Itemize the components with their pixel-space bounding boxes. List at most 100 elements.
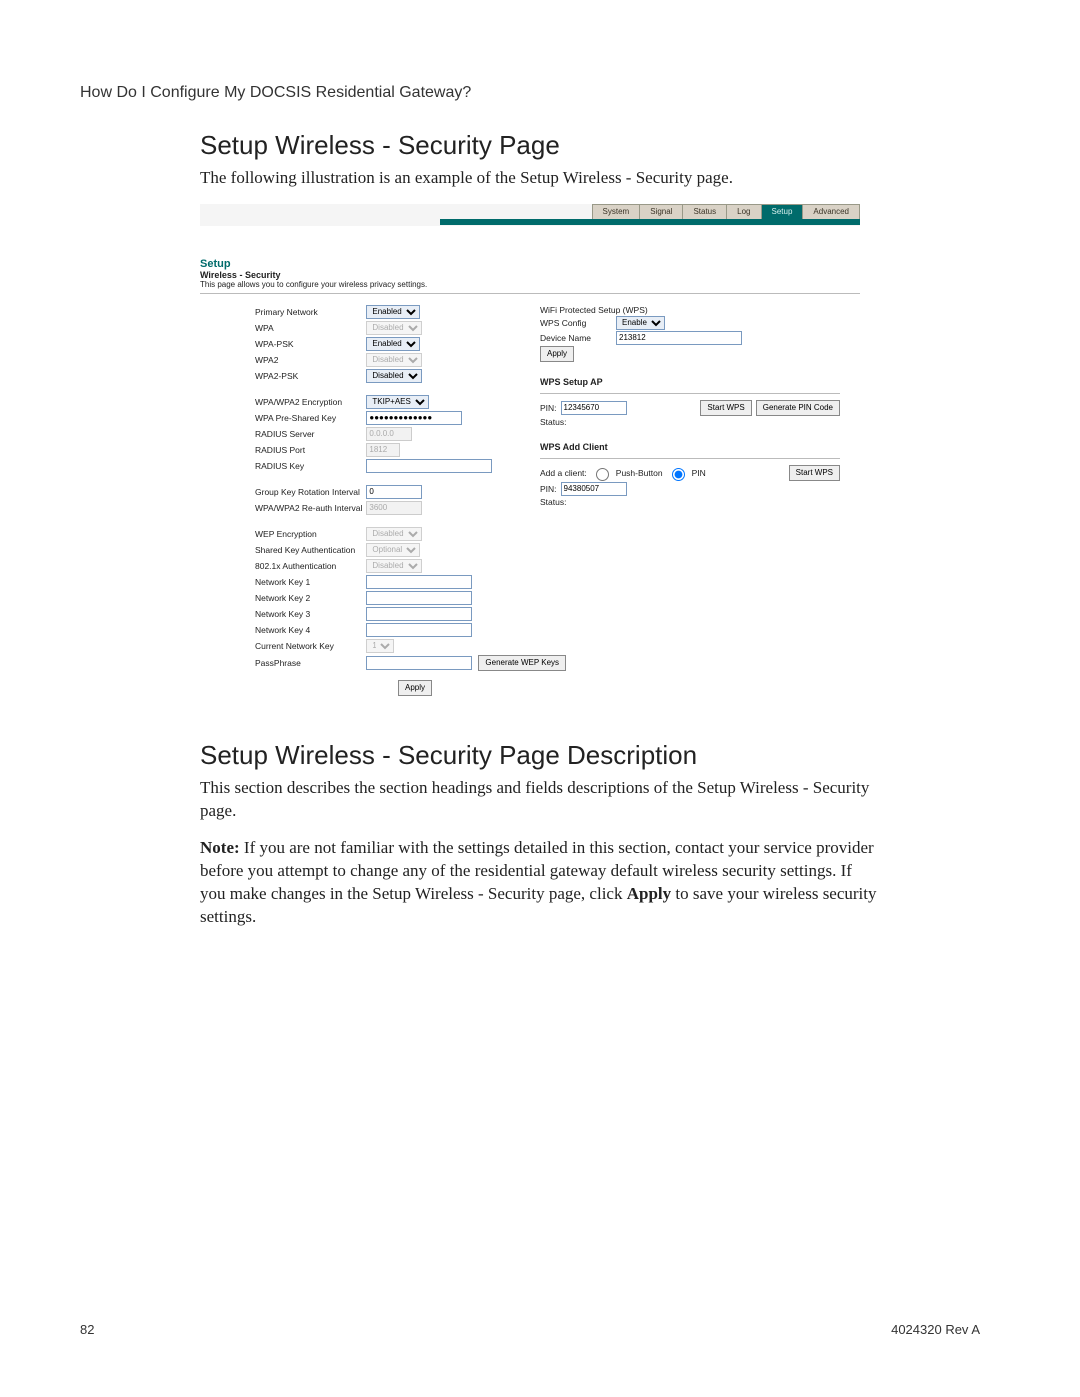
sel-wpa2-psk[interactable]: Disabled: [366, 369, 422, 383]
apply-button-right[interactable]: Apply: [540, 346, 574, 362]
tab-setup[interactable]: Setup: [762, 205, 804, 219]
setup-desc: This page allows you to configure your w…: [200, 280, 860, 289]
lbl-dot1x: 802.1x Authentication: [200, 558, 364, 574]
lbl-wep-enc: WEP Encryption: [200, 526, 364, 542]
screenshot: System Signal Status Log Setup Advanced …: [200, 204, 860, 706]
section-2-title: Setup Wireless - Security Page Descripti…: [200, 740, 880, 771]
shot-body: Setup Wireless - Security This page allo…: [200, 226, 860, 706]
wps-setup-ap-title: WPS Setup AP: [540, 377, 840, 387]
lbl-primary-network: Primary Network: [200, 304, 364, 320]
start-wps-client-button[interactable]: Start WPS: [789, 465, 840, 481]
sel-shared-auth: Optional: [366, 543, 420, 557]
lbl-psk: WPA Pre-Shared Key: [200, 410, 364, 426]
input-nk3[interactable]: [366, 607, 472, 621]
sel-wpa-psk[interactable]: Enabled: [366, 337, 420, 351]
section-2-body-2: Note: If you are not familiar with the s…: [200, 837, 880, 929]
input-client-pin[interactable]: [561, 482, 627, 496]
sel-wpa2: Disabled: [366, 353, 422, 367]
apply-button-left[interactable]: Apply: [398, 680, 432, 696]
lbl-push-button: Push-Button: [616, 468, 663, 478]
lbl-ap-pin: PIN:: [540, 403, 557, 413]
input-gkri[interactable]: [366, 485, 422, 499]
radio-push-button[interactable]: [596, 468, 609, 481]
input-device-name[interactable]: [616, 331, 742, 345]
lbl-nk2: Network Key 2: [200, 590, 364, 606]
input-nk2[interactable]: [366, 591, 472, 605]
radio-pin[interactable]: [672, 468, 685, 481]
sel-primary-network[interactable]: Enabled: [366, 305, 420, 319]
lbl-wpa2-psk: WPA2-PSK: [200, 368, 364, 384]
lbl-radius-server: RADIUS Server: [200, 426, 364, 442]
lbl-wpa2: WPA2: [200, 352, 364, 368]
lbl-encryption: WPA/WPA2 Encryption: [200, 394, 364, 410]
divider: [200, 293, 860, 294]
wps-add-client-title: WPS Add Client: [540, 442, 840, 452]
tab-advanced[interactable]: Advanced: [803, 205, 859, 219]
tab-status[interactable]: Status: [683, 205, 727, 219]
lbl-nk3: Network Key 3: [200, 606, 364, 622]
sel-encryption[interactable]: TKIP+AES: [366, 395, 429, 409]
section-1-body: The following illustration is an example…: [200, 167, 880, 190]
lbl-nk1: Network Key 1: [200, 574, 364, 590]
left-form: Primary Network Enabled WPA Disabled WPA…: [200, 304, 568, 672]
lbl-radius-port: RADIUS Port: [200, 442, 364, 458]
tab-log[interactable]: Log: [727, 205, 761, 219]
sel-wep-enc: Disabled: [366, 527, 422, 541]
input-nk4[interactable]: [366, 623, 472, 637]
lbl-device-name: Device Name: [540, 333, 612, 343]
lbl-radius-key: RADIUS Key: [200, 458, 364, 474]
generate-pin-button[interactable]: Generate PIN Code: [756, 400, 840, 416]
sel-cur-key: 1: [366, 639, 394, 653]
lbl-cur-key: Current Network Key: [200, 638, 364, 654]
columns: Primary Network Enabled WPA Disabled WPA…: [200, 304, 860, 696]
input-radius-server: [366, 427, 412, 441]
apply-strong: Apply: [627, 884, 671, 903]
setup-head: Setup Wireless - Security This page allo…: [200, 258, 860, 289]
lbl-wps-config: WPS Config: [540, 318, 612, 328]
input-radius-port: [366, 443, 400, 457]
input-passphrase[interactable]: [366, 656, 472, 670]
note-strong: Note:: [200, 838, 240, 857]
lbl-wpa: WPA: [200, 320, 364, 336]
tabs-row: System Signal Status Log Setup Advanced: [592, 204, 860, 220]
page: How Do I Configure My DOCSIS Residential…: [0, 0, 1080, 1397]
divider: [540, 458, 840, 459]
lbl-ap-status: Status:: [540, 417, 566, 427]
sel-wps-config[interactable]: Enable: [616, 316, 665, 330]
start-wps-ap-button[interactable]: Start WPS: [700, 400, 751, 416]
input-nk1[interactable]: [366, 575, 472, 589]
sel-wpa: Disabled: [366, 321, 422, 335]
input-radius-key[interactable]: [366, 459, 492, 473]
lbl-gkri: Group Key Rotation Interval: [200, 484, 364, 500]
input-psk[interactable]: [366, 411, 462, 425]
lbl-client-pin: PIN:: [540, 484, 557, 494]
lbl-wpa-psk: WPA-PSK: [200, 336, 364, 352]
tab-system[interactable]: System: [593, 205, 641, 219]
setup-subtitle: Wireless - Security: [200, 270, 860, 280]
accent-bar: [440, 219, 860, 225]
lbl-pin-radio: PIN: [692, 468, 706, 478]
footer: 82 4024320 Rev A: [80, 1322, 980, 1337]
divider: [540, 393, 840, 394]
section-1: Setup Wireless - Security Page The follo…: [200, 130, 880, 190]
section-2: Setup Wireless - Security Page Descripti…: [200, 740, 880, 929]
input-ap-pin[interactable]: [561, 401, 627, 415]
page-number: 82: [80, 1322, 94, 1337]
doc-id: 4024320 Rev A: [891, 1322, 980, 1337]
setup-title: Setup: [200, 258, 860, 270]
right-column: WiFi Protected Setup (WPS) WPS Config En…: [540, 304, 840, 696]
lbl-client-status: Status:: [540, 497, 566, 507]
lbl-add-client: Add a client:: [540, 468, 587, 478]
lbl-passphrase: PassPhrase: [200, 654, 364, 672]
section-1-title: Setup Wireless - Security Page: [200, 130, 880, 161]
lbl-reauth: WPA/WPA2 Re-auth Interval: [200, 500, 364, 516]
section-2-body-1: This section describes the section headi…: [200, 777, 880, 823]
left-column: Primary Network Enabled WPA Disabled WPA…: [200, 304, 530, 696]
wps-title: WiFi Protected Setup (WPS): [540, 305, 840, 315]
lbl-nk4: Network Key 4: [200, 622, 364, 638]
input-reauth: [366, 501, 422, 515]
tab-signal[interactable]: Signal: [640, 205, 683, 219]
tabs-bar: System Signal Status Log Setup Advanced: [200, 204, 860, 226]
lbl-shared-auth: Shared Key Authentication: [200, 542, 364, 558]
sel-dot1x: Disabled: [366, 559, 422, 573]
